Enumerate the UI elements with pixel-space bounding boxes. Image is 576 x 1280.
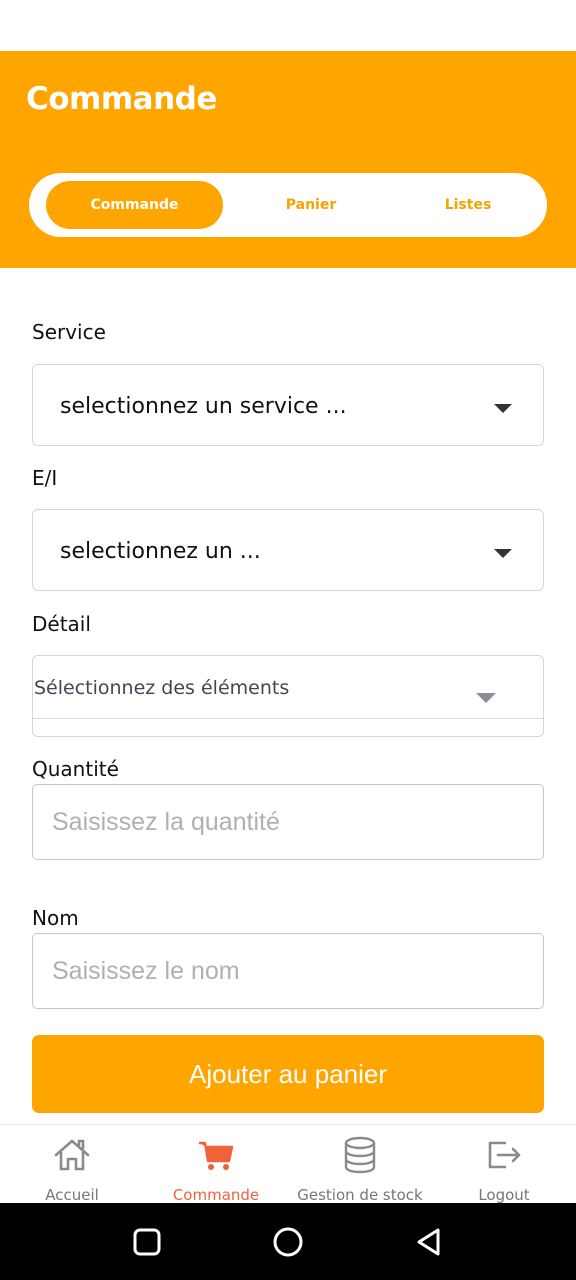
- divider: [33, 718, 543, 719]
- page-title: Commande: [26, 81, 217, 117]
- nav-accueil[interactable]: Accueil: [0, 1125, 144, 1204]
- nav-commande-label: Commande: [172, 1186, 260, 1204]
- nav-logout-label: Logout: [478, 1186, 530, 1204]
- app-header: Commande Commande Panier Listes: [0, 51, 576, 268]
- tab-panier[interactable]: Panier: [241, 181, 381, 229]
- nom-label: Nom: [32, 906, 79, 930]
- nav-gestion-stock[interactable]: Gestion de stock: [288, 1125, 432, 1204]
- bottom-tab-bar: Accueil Commande Gestion de stock Logout: [0, 1124, 576, 1204]
- chevron-down-icon: [494, 404, 512, 413]
- status-bar: [0, 0, 576, 51]
- tab-commande[interactable]: Commande: [46, 181, 223, 229]
- ei-select[interactable]: selectionnez un ...: [32, 509, 544, 591]
- service-select-value: selectionnez un service ...: [60, 394, 347, 419]
- name-input[interactable]: [32, 933, 544, 1009]
- ei-select-value: selectionnez un ...: [60, 539, 261, 564]
- recent-apps-icon[interactable]: [130, 1225, 164, 1259]
- detail-label: Détail: [32, 612, 91, 636]
- home-button-icon[interactable]: [271, 1225, 305, 1259]
- detail-placeholder: Sélectionnez des éléments: [34, 677, 290, 699]
- back-icon[interactable]: [412, 1225, 446, 1259]
- system-navigation-bar: [0, 1203, 576, 1280]
- tab-listes[interactable]: Listes: [399, 181, 537, 229]
- nav-accueil-label: Accueil: [45, 1186, 99, 1204]
- logout-icon: [488, 1141, 521, 1169]
- nav-commande[interactable]: Commande: [144, 1125, 288, 1204]
- chevron-down-icon: [476, 693, 496, 703]
- segmented-tabs: Commande Panier Listes: [29, 173, 547, 237]
- chevron-down-icon: [494, 549, 512, 558]
- nav-gestion-stock-label: Gestion de stock: [297, 1186, 423, 1204]
- add-to-cart-button[interactable]: Ajouter au panier: [32, 1035, 544, 1113]
- ei-label: E/I: [32, 466, 58, 490]
- cart-icon: [199, 1141, 234, 1170]
- nav-logout[interactable]: Logout: [432, 1125, 576, 1204]
- detail-multiselect[interactable]: Sélectionnez des éléments: [32, 655, 544, 737]
- service-label: Service: [32, 320, 106, 344]
- quantite-label: Quantité: [32, 757, 119, 781]
- home-icon: [54, 1139, 90, 1171]
- database-icon: [344, 1136, 376, 1174]
- quantity-input[interactable]: [32, 784, 544, 860]
- service-select[interactable]: selectionnez un service ...: [32, 364, 544, 446]
